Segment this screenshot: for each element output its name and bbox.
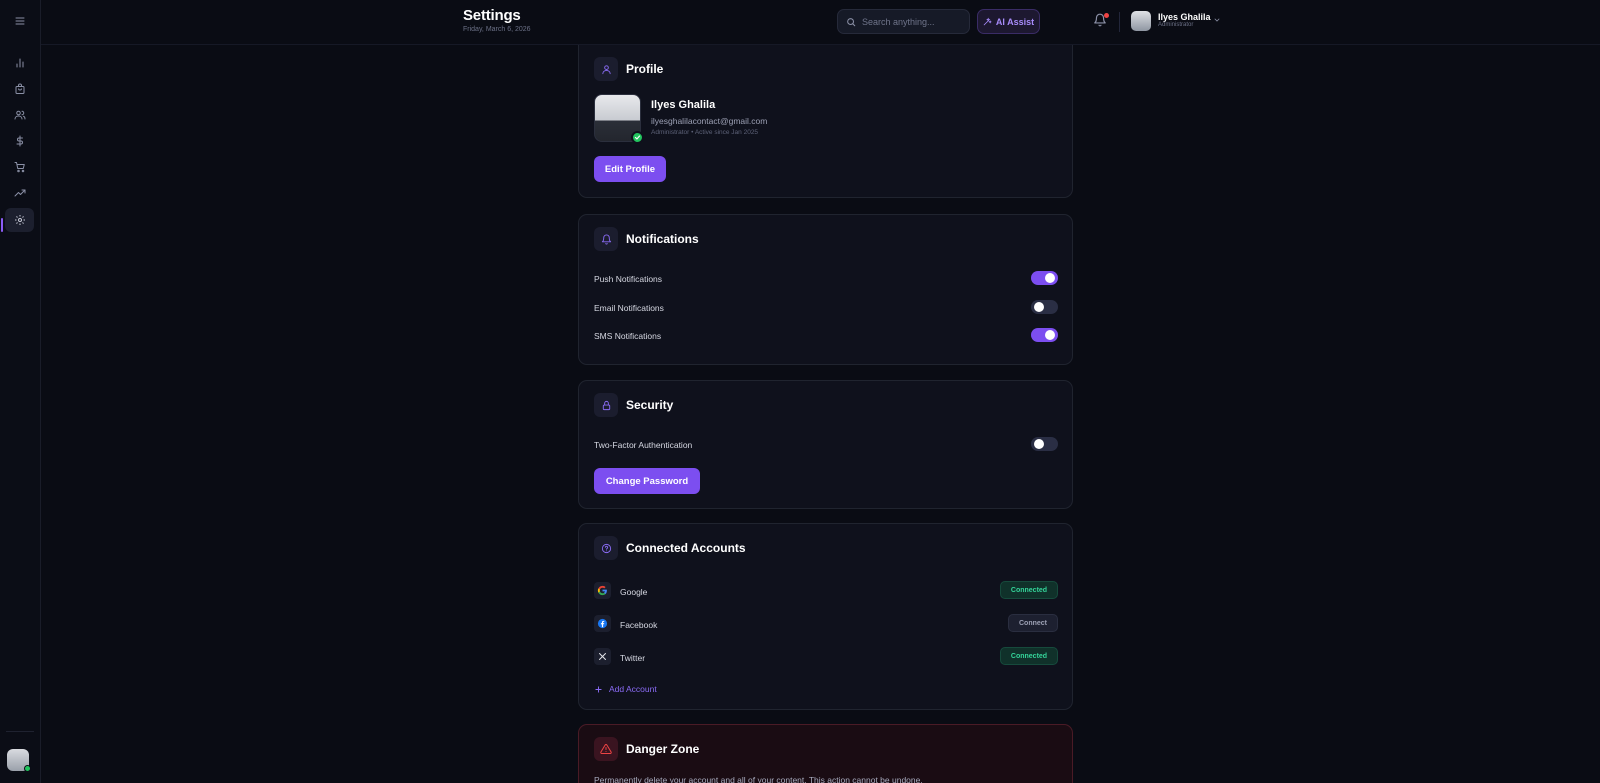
dollar-icon xyxy=(14,135,26,147)
user-name[interactable]: Ilyes Ghalila xyxy=(1158,12,1211,22)
danger-zone-card: Danger Zone Permanently delete your acco… xyxy=(578,724,1073,783)
user-icon xyxy=(594,57,618,81)
lock-icon xyxy=(594,393,618,417)
warning-triangle-icon xyxy=(594,737,618,761)
sidebar-item-settings[interactable] xyxy=(5,208,34,232)
facebook-connect-button[interactable]: Connect xyxy=(1008,614,1058,632)
sidebar-divider xyxy=(6,731,34,732)
sparkle-icon xyxy=(983,17,992,26)
change-password-button[interactable]: Change Password xyxy=(594,468,700,494)
push-notifications-label: Push Notifications xyxy=(594,274,663,284)
users-icon xyxy=(14,109,26,121)
ai-assist-label: AI Assist xyxy=(995,16,1035,27)
sidebar-item-analytics[interactable] xyxy=(5,51,34,75)
active-indicator xyxy=(1,218,3,232)
toggle-knob xyxy=(1045,273,1055,283)
toggle-knob xyxy=(1034,439,1044,449)
connected-accounts-card-header: Connected Accounts xyxy=(594,536,746,560)
search-icon xyxy=(846,17,856,27)
chevron-down-icon[interactable] xyxy=(1213,16,1221,24)
profile-meta: Administrator • Active since Jan 2025 xyxy=(651,129,759,136)
sidebar-item-products[interactable] xyxy=(5,77,34,101)
security-title: Security xyxy=(626,398,674,412)
facebook-icon xyxy=(594,615,611,632)
danger-zone-description: Permanently delete your account and all … xyxy=(594,775,923,783)
notifications-title: Notifications xyxy=(626,232,699,246)
profile-email: ilyesghalilacontact@gmail.com xyxy=(651,116,768,126)
sms-notifications-label: SMS Notifications xyxy=(594,331,662,341)
email-notifications-label: Email Notifications xyxy=(594,303,664,313)
user-role: Administrator xyxy=(1158,22,1194,28)
bar-chart-icon xyxy=(14,57,26,69)
sidebar xyxy=(0,0,41,783)
notification-badge xyxy=(1104,13,1109,18)
profile-title: Profile xyxy=(626,62,664,76)
add-account-button[interactable]: Add Account xyxy=(594,684,657,694)
bell-icon xyxy=(594,227,618,251)
connected-accounts-title: Connected Accounts xyxy=(626,541,746,555)
cart-icon xyxy=(14,161,26,173)
sidebar-item-orders[interactable] xyxy=(5,155,34,179)
security-card: Security Two-Factor Authentication Chang… xyxy=(578,380,1073,509)
add-account-label: Add Account xyxy=(609,684,657,694)
notifications-button[interactable] xyxy=(1093,13,1109,29)
google-icon xyxy=(594,582,611,599)
toggle-knob xyxy=(1045,330,1055,340)
two-factor-toggle[interactable] xyxy=(1031,437,1058,451)
page-title: Settings xyxy=(463,7,521,24)
plus-icon xyxy=(594,685,603,694)
trending-up-icon xyxy=(14,187,26,199)
sidebar-item-finance[interactable] xyxy=(5,129,34,153)
help-circle-icon xyxy=(594,536,618,560)
sidebar-item-customers[interactable] xyxy=(5,103,34,127)
hamburger-menu-icon xyxy=(14,15,26,27)
online-status-dot xyxy=(24,765,31,772)
email-notifications-toggle[interactable] xyxy=(1031,300,1058,314)
toggle-knob xyxy=(1034,302,1044,312)
profile-card: Profile Ilyes Ghalila ilyesghalilacontac… xyxy=(578,45,1073,198)
notifications-card-header: Notifications xyxy=(594,227,699,251)
profile-card-header: Profile xyxy=(594,57,663,81)
sidebar-avatar[interactable] xyxy=(7,749,31,772)
notifications-card: Notifications Push Notifications Email N… xyxy=(578,214,1073,365)
verified-check-icon xyxy=(631,131,644,144)
two-factor-label: Two-Factor Authentication xyxy=(594,440,693,450)
google-account-name: Google xyxy=(620,587,648,597)
gear-icon xyxy=(14,214,26,226)
menu-toggle-button[interactable] xyxy=(5,9,34,33)
header-divider xyxy=(1119,12,1120,32)
user-avatar[interactable] xyxy=(1131,11,1151,31)
google-status-badge[interactable]: Connected xyxy=(1000,581,1058,599)
facebook-account-name: Facebook xyxy=(620,620,658,630)
edit-profile-button[interactable]: Edit Profile xyxy=(594,156,666,182)
page-date: Friday, March 6, 2026 xyxy=(463,26,531,33)
top-header: Settings Friday, March 6, 2026 AI Assist… xyxy=(41,0,1600,45)
danger-zone-header: Danger Zone xyxy=(594,737,699,761)
twitter-account-name: Twitter xyxy=(620,653,646,663)
connected-accounts-card: Connected Accounts Google Connected Face… xyxy=(578,523,1073,710)
search-box[interactable] xyxy=(837,9,970,34)
danger-zone-title: Danger Zone xyxy=(626,742,700,756)
search-input[interactable] xyxy=(862,16,962,27)
sidebar-item-growth[interactable] xyxy=(5,181,34,205)
shopping-bag-icon xyxy=(14,83,26,95)
x-twitter-icon xyxy=(594,648,611,665)
ai-assist-button[interactable]: AI Assist xyxy=(977,9,1040,34)
sms-notifications-toggle[interactable] xyxy=(1031,328,1058,342)
profile-avatar[interactable] xyxy=(594,94,644,144)
twitter-status-badge[interactable]: Connected xyxy=(1000,647,1058,665)
push-notifications-toggle[interactable] xyxy=(1031,271,1058,285)
profile-name: Ilyes Ghalila xyxy=(651,99,716,111)
security-card-header: Security xyxy=(594,393,673,417)
